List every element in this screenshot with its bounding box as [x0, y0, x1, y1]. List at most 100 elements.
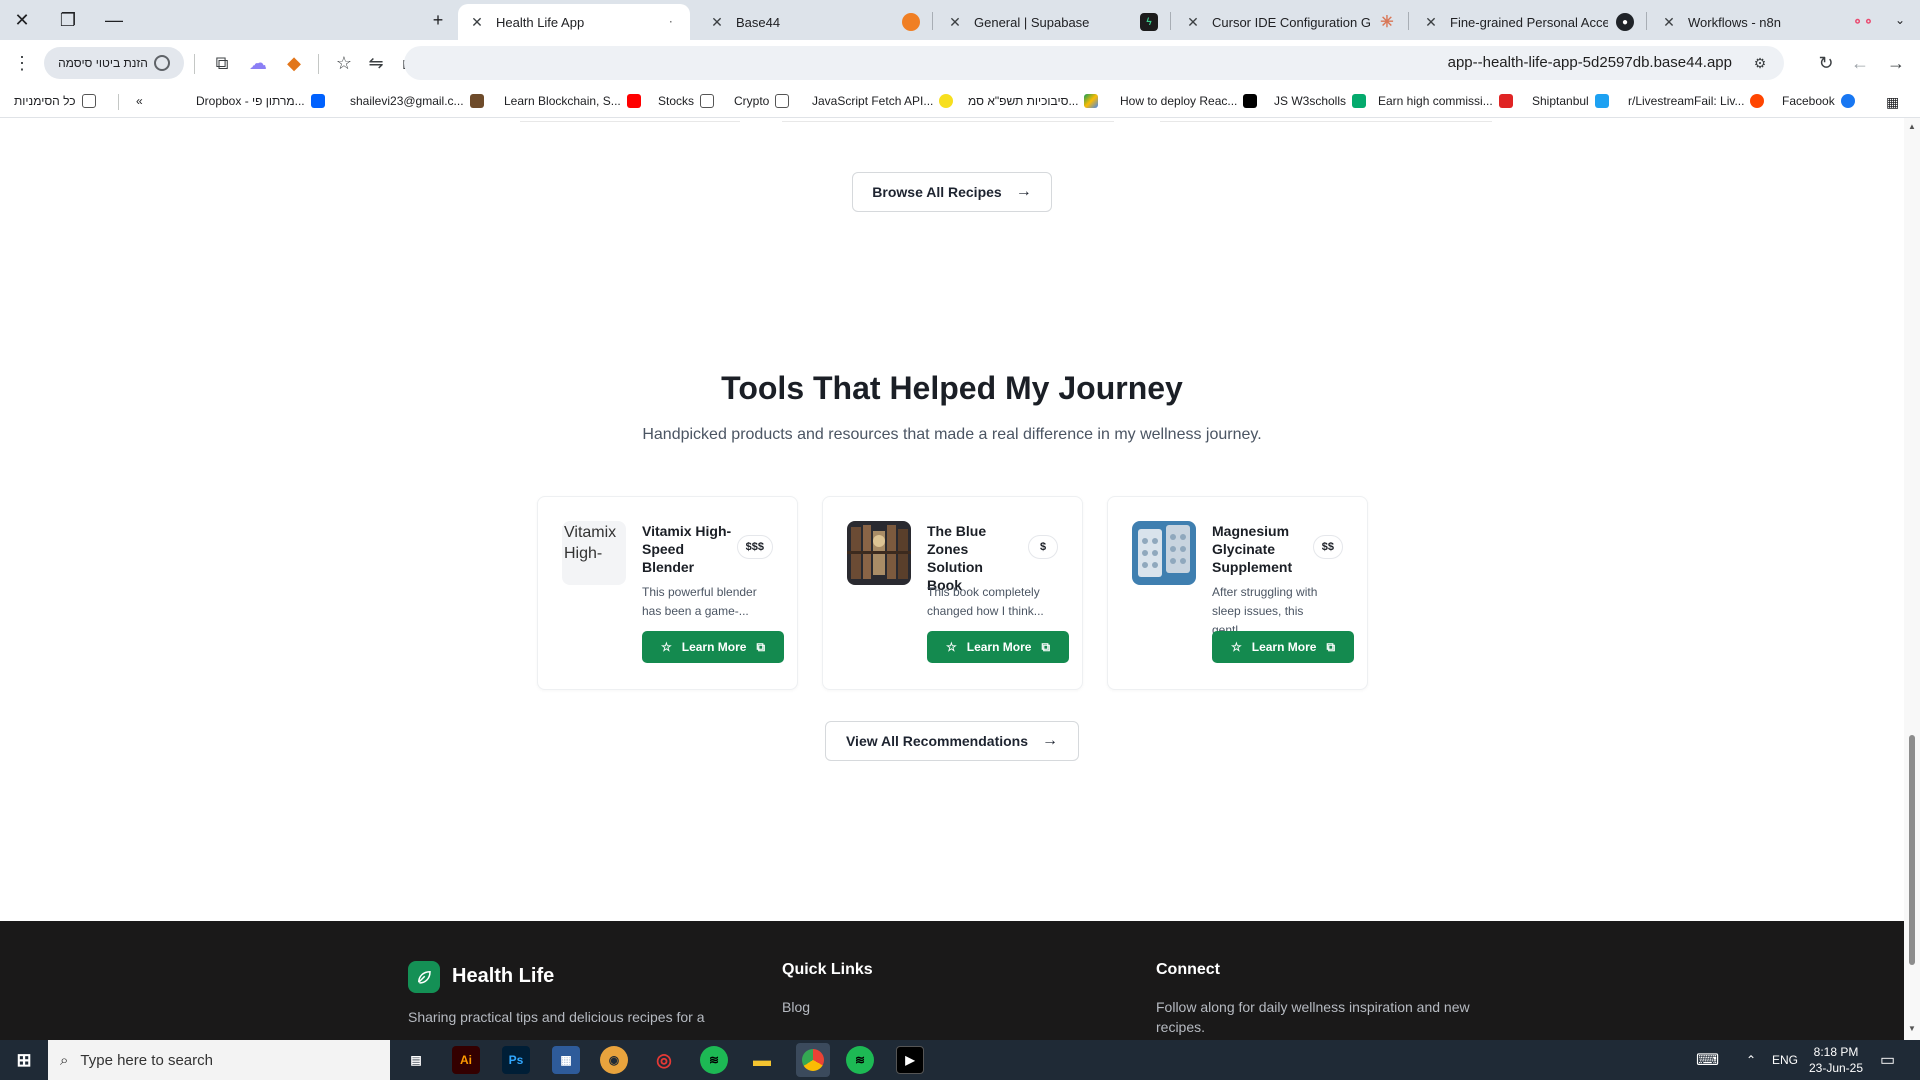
site-settings-icon[interactable]: ⚙: [1746, 49, 1774, 77]
tab-github-token[interactable]: ✕ Fine-grained Personal Access To ●: [1412, 4, 1644, 40]
tab-title: Cursor IDE Configuration Guide: [1212, 14, 1370, 30]
reddit-icon: [1750, 94, 1765, 108]
learn-more-button[interactable]: ☆ Learn More ⧉: [927, 631, 1069, 663]
clock[interactable]: 8:18 PM 23-Jun-25: [1806, 1040, 1866, 1080]
forward-arrow-icon[interactable]: →: [1882, 49, 1910, 77]
back-arrow-icon[interactable]: ←: [1846, 49, 1874, 77]
product-card-blue-zones: The Blue Zones Solution Book $ This book…: [822, 496, 1083, 690]
search-placeholder: Type here to search: [80, 1051, 213, 1069]
bookmark-shiptanbul[interactable]: Shiptanbul: [1532, 94, 1609, 108]
restore-window-icon[interactable]: ❐: [50, 4, 86, 36]
tab-title: Fine-grained Personal Access To: [1450, 14, 1608, 30]
terminal-app-icon[interactable]: ▶: [896, 1046, 924, 1074]
metamask-fox-icon[interactable]: ◆: [280, 49, 308, 77]
previous-card-edge: [1160, 118, 1492, 122]
password-chip[interactable]: הזנת ביטוי סיסמה: [44, 47, 184, 79]
clock-time: 8:18 PM: [1813, 1045, 1859, 1059]
bookmark-label: JavaScript Fetch API...: [812, 94, 934, 108]
price-badge: $$$: [736, 535, 773, 559]
apps-grid-icon[interactable]: ▦: [1886, 94, 1899, 111]
close-tab-icon[interactable]: ✕: [1182, 14, 1204, 31]
star-icon: ☆: [945, 640, 957, 654]
close-tab-icon[interactable]: ✕: [1658, 14, 1680, 31]
bookmark-blockchain[interactable]: Learn Blockchain, S...: [504, 94, 641, 108]
reload-icon[interactable]: ↻: [1812, 49, 1840, 77]
task-view-icon[interactable]: ▤: [402, 1046, 430, 1074]
notifications-icon[interactable]: ▭: [1880, 1040, 1895, 1080]
vlc-icon[interactable]: ◉: [600, 1046, 628, 1074]
scroll-up-icon[interactable]: ▲: [1907, 122, 1917, 132]
youtube-icon: [626, 94, 641, 108]
avatar-icon: [469, 94, 484, 108]
bookmark-label: סיבוכיות תשפ"א סמ...: [968, 94, 1079, 108]
learn-more-button[interactable]: ☆ Learn More ⧉: [642, 631, 784, 663]
bookmark-star-icon[interactable]: ☆: [330, 49, 358, 77]
tab-health-life-app[interactable]: ✕ Health Life App ·: [458, 4, 690, 40]
minimize-window-icon[interactable]: —: [96, 4, 132, 36]
calculator-icon[interactable]: ▦: [552, 1046, 580, 1074]
tab-n8n[interactable]: ✕ Workflows - n8n ⚬⚬: [1650, 4, 1882, 40]
bookmark-commission[interactable]: Earn high commissi...: [1378, 94, 1513, 108]
close-tab-icon[interactable]: ✕: [706, 14, 728, 31]
bookmark-crypto[interactable]: Crypto: [734, 94, 790, 108]
browse-all-recipes-button[interactable]: Browse All Recipes →: [852, 172, 1052, 212]
learn-more-button[interactable]: ☆ Learn More ⧉: [1212, 631, 1354, 663]
product-title: Vitamix High-Speed Blender: [642, 523, 732, 575]
bookmark-reddit[interactable]: r/LivestreamFail: Liv...: [1628, 94, 1765, 108]
bookmark-gmail[interactable]: shailevi23@gmail.c...: [350, 94, 484, 108]
footer-brand[interactable]: Health Life: [452, 965, 554, 988]
bookmark-complexity[interactable]: סיבוכיות תשפ"א סמ...: [968, 94, 1099, 108]
close-tab-icon[interactable]: ✕: [944, 14, 966, 31]
tab-title: Health Life App: [496, 14, 585, 30]
tab-supabase[interactable]: ✕ General | Supabase ϟ: [936, 4, 1168, 40]
spotify-icon[interactable]: ≋: [700, 1046, 728, 1074]
tab-base44[interactable]: ✕ Base44: [698, 4, 930, 40]
dev-icon: [1243, 94, 1258, 108]
leaf-logo-icon[interactable]: [408, 961, 440, 993]
illustrator-icon[interactable]: Ai: [452, 1046, 480, 1074]
menu-kebab-icon[interactable]: ⋮: [8, 49, 36, 77]
taskbar-search-box[interactable]: ⌕ Type here to search: [48, 1040, 390, 1080]
bookmark-facebook[interactable]: Facebook: [1782, 94, 1855, 108]
view-all-recommendations-button[interactable]: View All Recommendations →: [825, 721, 1079, 761]
record-icon[interactable]: ◎: [650, 1046, 678, 1074]
close-tab-icon[interactable]: ✕: [1420, 14, 1442, 31]
page-viewport: Browse All Recipes → Tools That Helped M…: [0, 118, 1904, 1040]
chrome-icon[interactable]: [796, 1043, 830, 1077]
spotify-icon-2[interactable]: ≋: [846, 1046, 874, 1074]
footer-link-blog[interactable]: Blog: [782, 997, 810, 1017]
windows-start-icon[interactable]: ⊞: [10, 1046, 38, 1074]
bookmark-js-fetch[interactable]: JavaScript Fetch API...: [812, 94, 954, 108]
bookmark-deploy-react[interactable]: How to deploy Reac...: [1120, 94, 1258, 108]
language-indicator[interactable]: ENG: [1772, 1040, 1798, 1080]
tab-search-chevron-icon[interactable]: ⌄: [1882, 4, 1918, 36]
bookmark-label: JS W3scholls: [1274, 94, 1347, 108]
bookmark-w3schools[interactable]: JS W3scholls: [1274, 94, 1367, 108]
address-bar[interactable]: app--health-life-app-5d2597db.base44.app…: [404, 46, 1784, 80]
more-bookmarks-icon[interactable]: «: [136, 94, 143, 108]
section-subtitle: Handpicked products and resources that m…: [642, 426, 1262, 443]
close-tab-icon[interactable]: ✕: [466, 14, 488, 31]
page-scrollbar[interactable]: ▲ ▼: [1904, 118, 1920, 1040]
keyboard-icon[interactable]: ⌨: [1696, 1040, 1719, 1080]
tab-cursor-guide[interactable]: ✕ Cursor IDE Configuration Guide ✳: [1174, 4, 1406, 40]
extension-cloud-icon[interactable]: ☁: [244, 49, 272, 77]
dropbox-icon: [310, 94, 325, 108]
translate-icon[interactable]: ⇋: [362, 49, 390, 77]
extensions-puzzle-icon[interactable]: ⧉: [208, 49, 236, 77]
bookmark-dropbox[interactable]: Dropbox - מרתון פי...: [196, 94, 325, 108]
bookmarks-bar: כל הסימניות « Dropbox - מרתון פי... shai…: [0, 86, 1920, 118]
scrollbar-thumb[interactable]: [1909, 735, 1915, 965]
product-card-magnesium: Magnesium Glycinate Supplement $$ After …: [1107, 496, 1368, 690]
arrow-right-icon: →: [1015, 183, 1032, 200]
url-text[interactable]: app--health-life-app-5d2597db.base44.app: [1448, 54, 1732, 71]
scroll-down-icon[interactable]: ▼: [1907, 1024, 1917, 1034]
file-explorer-icon[interactable]: ▬: [748, 1046, 776, 1074]
bookmark-stocks[interactable]: Stocks: [658, 94, 715, 108]
new-tab-icon[interactable]: +: [420, 4, 456, 36]
star-icon: ☆: [660, 640, 672, 654]
close-window-icon[interactable]: ✕: [4, 4, 40, 36]
tray-chevron-up-icon[interactable]: ⌃: [1746, 1040, 1756, 1080]
bookmark-all-bookmarks[interactable]: כל הסימניות: [14, 94, 96, 108]
photoshop-icon[interactable]: Ps: [502, 1046, 530, 1074]
